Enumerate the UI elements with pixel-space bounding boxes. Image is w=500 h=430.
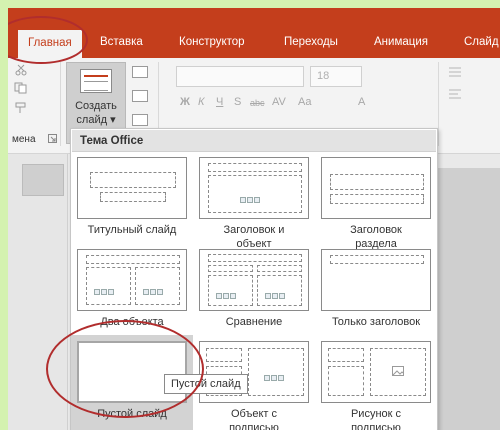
picture-placeholder-icon — [392, 366, 404, 376]
strikethrough-button[interactable]: abc — [250, 98, 265, 108]
group-label-fragment: мена — [12, 134, 36, 145]
tab-transitions[interactable]: Переходы — [274, 26, 348, 58]
new-slide-label: Создать слайд ▾ — [75, 100, 117, 126]
layout-caption: Только заголовок — [331, 316, 421, 328]
layout-caption: Рисунок с подписью — [350, 408, 402, 430]
bullets-icon[interactable] — [448, 66, 462, 78]
shadow-button[interactable]: S — [234, 96, 241, 108]
copy-icon[interactable] — [14, 82, 28, 94]
layout-thumbnail — [199, 157, 309, 219]
layout-thumbnail — [77, 249, 187, 311]
tab-slide-show[interactable]: Слайд — [454, 26, 500, 58]
layout-thumbnail — [321, 249, 431, 311]
group-separator — [60, 62, 61, 146]
tab-animation[interactable]: Анимация — [364, 26, 438, 58]
align-icon[interactable] — [448, 88, 462, 100]
layout-thumbnail — [321, 341, 431, 403]
layout-icon[interactable] — [132, 66, 148, 78]
layout-caption: Заголовок раздела — [350, 224, 402, 250]
tab-insert[interactable]: Вставка — [90, 26, 153, 58]
layout-caption: Заголовок и объект — [223, 224, 285, 250]
layout-caption: Объект с подписью — [229, 408, 279, 430]
char-spacing-button[interactable]: AV — [272, 96, 286, 108]
layout-thumbnail — [321, 157, 431, 219]
group-separator — [438, 62, 439, 146]
powerpoint-window: Главная Вставка Конструктор Переходы Ани… — [8, 8, 500, 430]
cut-icon[interactable] — [14, 64, 28, 76]
slide-thumbnail[interactable] — [22, 164, 64, 196]
title-bar — [8, 8, 500, 26]
change-case-button[interactable]: Aa — [298, 96, 311, 108]
layout-caption: Титульный слайд — [87, 224, 177, 236]
new-slide-icon — [80, 69, 112, 93]
italic-button[interactable]: К — [198, 96, 204, 108]
bold-button[interactable]: Ж — [180, 96, 190, 108]
underline-button[interactable]: Ч — [216, 96, 223, 108]
tab-design[interactable]: Конструктор — [169, 26, 255, 58]
dialog-launcher-icon[interactable] — [48, 134, 57, 143]
section-icon[interactable] — [132, 114, 148, 126]
annotation-circle-blank-slide — [46, 320, 204, 418]
layout-caption: Сравнение — [225, 316, 283, 328]
reset-icon[interactable] — [132, 90, 148, 102]
layout-thumbnail — [77, 157, 187, 219]
gallery-header: Тема Office — [72, 130, 436, 152]
layout-thumbnail — [199, 249, 309, 311]
font-name-combo[interactable] — [176, 66, 304, 87]
format-painter-icon[interactable] — [14, 102, 28, 114]
font-size-combo[interactable]: 18 — [310, 66, 362, 87]
font-color-button[interactable]: A — [358, 96, 365, 108]
